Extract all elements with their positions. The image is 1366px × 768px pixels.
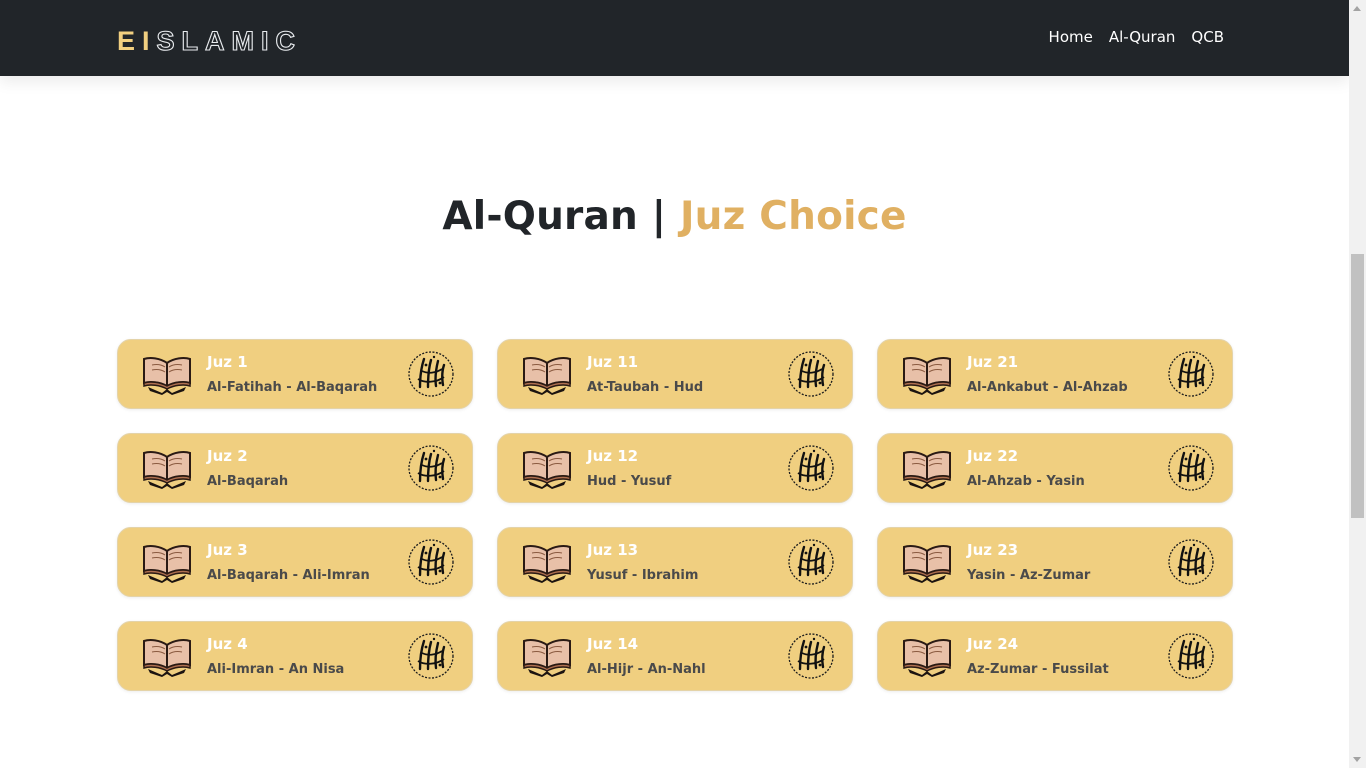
juz-card-juz-11[interactable]: Juz 11 At-Taubah - Hud bbox=[497, 339, 853, 409]
juz-card-surah-range: Al-Hijr - An-Nahl bbox=[587, 662, 706, 677]
page-title-main: Al-Quran | bbox=[442, 194, 680, 239]
quran-calligraphy-icon bbox=[788, 633, 834, 679]
juz-card-juz-14[interactable]: Juz 14 Al-Hijr - An-Nahl bbox=[497, 621, 853, 691]
juz-card-title: Juz 12 bbox=[587, 447, 639, 465]
juz-card-juz-24[interactable]: Juz 24 Az-Zumar - Fussilat bbox=[877, 621, 1233, 691]
open-quran-book-icon bbox=[903, 639, 951, 677]
juz-card-title: Juz 3 bbox=[207, 541, 248, 559]
nav-links: Home Al-Quran QCB bbox=[1049, 28, 1224, 46]
juz-card-surah-range: Al-Ankabut - Al-Ahzab bbox=[967, 380, 1128, 395]
quran-calligraphy-icon bbox=[408, 539, 454, 585]
juz-grid: Juz 1 Al-Fatihah - Al-Baqarah Juz 11 At-… bbox=[117, 339, 1233, 691]
juz-card-surah-range: Al-Ahzab - Yasin bbox=[967, 474, 1085, 489]
nav-link-home[interactable]: Home bbox=[1049, 28, 1093, 46]
juz-card-juz-2[interactable]: Juz 2 Al-Baqarah bbox=[117, 433, 473, 503]
juz-card-title: Juz 13 bbox=[587, 541, 639, 559]
juz-card-juz-1[interactable]: Juz 1 Al-Fatihah - Al-Baqarah bbox=[117, 339, 473, 409]
open-quran-book-icon bbox=[143, 451, 191, 489]
juz-card-juz-21[interactable]: Juz 21 Al-Ankabut - Al-Ahzab bbox=[877, 339, 1233, 409]
juz-card-surah-range: Yusuf - Ibrahim bbox=[587, 568, 699, 583]
juz-card-juz-13[interactable]: Juz 13 Yusuf - Ibrahim bbox=[497, 527, 853, 597]
juz-card-juz-3[interactable]: Juz 3 Al-Baqarah - Ali-Imran bbox=[117, 527, 473, 597]
open-quran-book-icon bbox=[523, 451, 571, 489]
scroll-thumb[interactable] bbox=[1351, 254, 1364, 518]
quran-calligraphy-icon bbox=[1168, 633, 1214, 679]
juz-card-juz-23[interactable]: Juz 23 Yasin - Az-Zumar bbox=[877, 527, 1233, 597]
juz-card-title: Juz 2 bbox=[207, 447, 248, 465]
juz-card-title: Juz 22 bbox=[967, 447, 1019, 465]
quran-calligraphy-icon bbox=[1168, 445, 1214, 491]
juz-card-title: Juz 14 bbox=[587, 635, 639, 653]
quran-calligraphy-icon bbox=[1168, 351, 1214, 397]
juz-card-surah-range: Al-Fatihah - Al-Baqarah bbox=[207, 380, 378, 395]
juz-card-surah-range: At-Taubah - Hud bbox=[587, 380, 704, 395]
nav-link-qcb[interactable]: QCB bbox=[1191, 28, 1224, 46]
juz-card-surah-range: Al-Baqarah bbox=[207, 474, 289, 489]
brand-ei-text: EI bbox=[117, 25, 157, 56]
quran-calligraphy-icon bbox=[1168, 539, 1214, 585]
quran-calligraphy-icon bbox=[788, 539, 834, 585]
open-quran-book-icon bbox=[523, 639, 571, 677]
juz-card-title: Juz 1 bbox=[207, 353, 248, 371]
open-quran-book-icon bbox=[143, 545, 191, 583]
quran-calligraphy-icon bbox=[408, 351, 454, 397]
juz-card-surah-range: Yasin - Az-Zumar bbox=[967, 568, 1091, 583]
quran-calligraphy-icon bbox=[788, 351, 834, 397]
juz-card-title: Juz 4 bbox=[207, 635, 248, 653]
open-quran-book-icon bbox=[143, 357, 191, 395]
juz-card-title: Juz 11 bbox=[587, 353, 639, 371]
open-quran-book-icon bbox=[903, 451, 951, 489]
page-title-accent: Juz Choice bbox=[679, 194, 907, 239]
juz-card-juz-22[interactable]: Juz 22 Al-Ahzab - Yasin bbox=[877, 433, 1233, 503]
juz-card-surah-range: Al-Baqarah - Ali-Imran bbox=[207, 568, 370, 583]
brand-rest-text: SLAMIC bbox=[156, 25, 303, 56]
open-quran-book-icon bbox=[523, 357, 571, 395]
navbar: EI SLAMIC Home Al-Quran QCB bbox=[0, 0, 1349, 76]
open-quran-book-icon bbox=[903, 357, 951, 395]
juz-card-juz-12[interactable]: Juz 12 Hud - Yusuf bbox=[497, 433, 853, 503]
nav-link-al-quran[interactable]: Al-Quran bbox=[1109, 28, 1176, 46]
quran-calligraphy-icon bbox=[788, 445, 834, 491]
quran-calligraphy-icon bbox=[408, 633, 454, 679]
page-title: Al-Quran | Juz Choice bbox=[0, 194, 1349, 239]
juz-card-surah-range: Ali-Imran - An Nisa bbox=[207, 662, 345, 677]
juz-card-title: Juz 21 bbox=[967, 353, 1019, 371]
open-quran-book-icon bbox=[143, 639, 191, 677]
juz-card-title: Juz 23 bbox=[967, 541, 1019, 559]
scroll-down-icon[interactable] bbox=[1353, 757, 1361, 762]
page-scrollbar[interactable] bbox=[1349, 0, 1366, 768]
juz-card-juz-4[interactable]: Juz 4 Ali-Imran - An Nisa bbox=[117, 621, 473, 691]
juz-card-title: Juz 24 bbox=[967, 635, 1019, 653]
open-quran-book-icon bbox=[903, 545, 951, 583]
brand-logo[interactable]: EI SLAMIC bbox=[117, 25, 303, 56]
quran-calligraphy-icon bbox=[408, 445, 454, 491]
scroll-up-icon[interactable] bbox=[1353, 6, 1361, 11]
juz-card-surah-range: Hud - Yusuf bbox=[587, 474, 672, 489]
open-quran-book-icon bbox=[523, 545, 571, 583]
juz-card-surah-range: Az-Zumar - Fussilat bbox=[967, 662, 1109, 677]
